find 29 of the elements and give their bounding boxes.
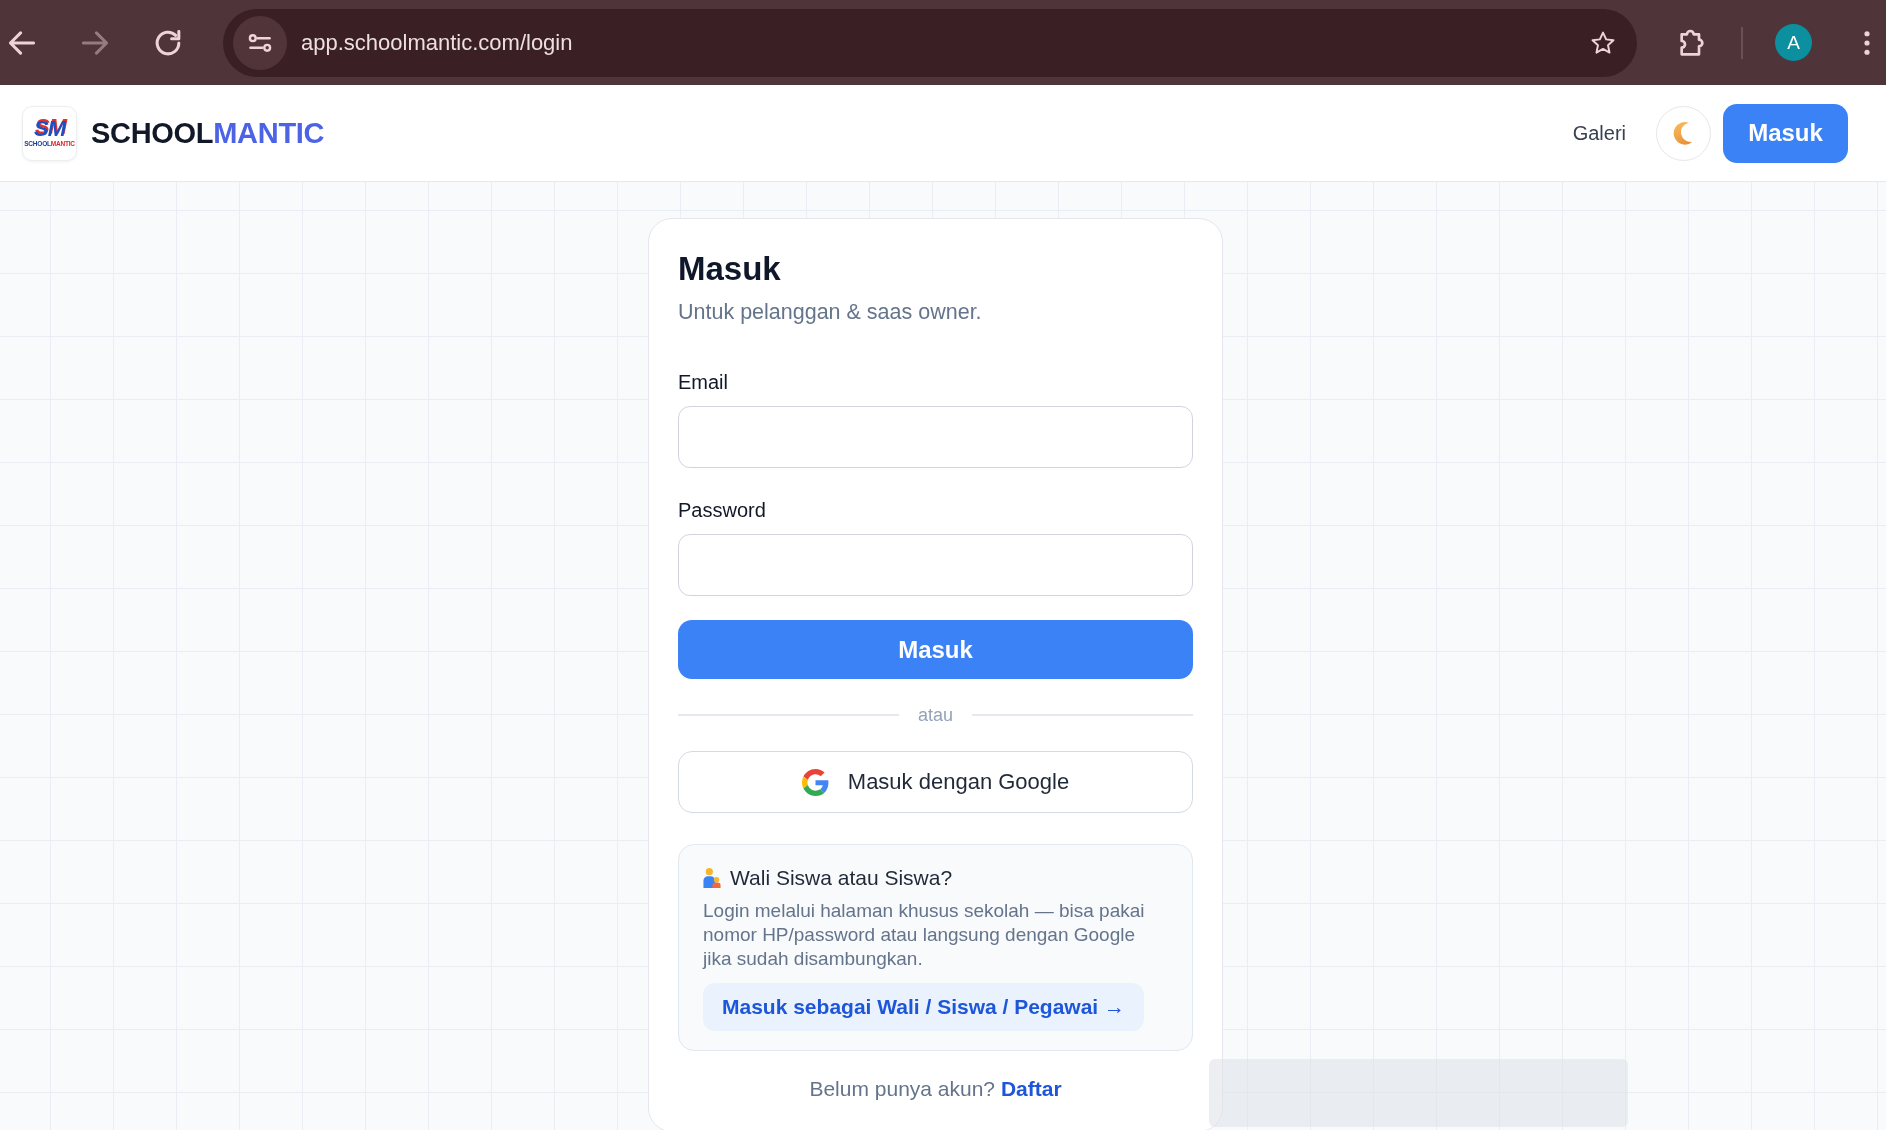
nav-link[interactable]: Galeri: [1572, 121, 1626, 145]
address-bar[interactable]: app.schoolmantic.com/login: [223, 8, 1637, 77]
puzzle-icon[interactable]: [1679, 28, 1707, 57]
parent-child-icon: [703, 867, 721, 889]
input-field[interactable]: [678, 534, 1193, 596]
signup-link[interactable]: Daftar: [1000, 1077, 1062, 1100]
card-title: Masuk: [678, 249, 782, 289]
input-field[interactable]: [678, 406, 1193, 468]
card-subtitle: Untuk pelanggan & saas owner.: [678, 299, 983, 326]
sliders-icon: [248, 32, 272, 53]
brand-name[interactable]: SCHOOLMANTIC: [91, 116, 325, 150]
field-label: Password: [678, 498, 767, 523]
signup-prompt: Belum punya akun? Daftar: [808, 1076, 1063, 1102]
portal-link-button[interactable]: Masuk sebagai Wali / Siswa / Pegawai →: [703, 983, 1145, 1031]
back-arrow-icon[interactable]: [9, 29, 35, 56]
g-logo-icon: [801, 768, 829, 796]
site-info-button[interactable]: [233, 15, 287, 70]
google-login-button[interactable]: Masuk dengan Google: [678, 751, 1193, 813]
reload-icon[interactable]: [155, 29, 181, 56]
url-text[interactable]: app.schoolmantic.com/login: [301, 29, 573, 56]
info-text: Login melalui halaman khusus sekolah — bisa pakai nomor HP/password atau langsung dengan Google jika sudah disambungkan.: [703, 899, 1146, 971]
field-label: Email: [678, 370, 729, 395]
star-icon[interactable]: [1591, 30, 1615, 55]
submit-button[interactable]: Masuk: [678, 620, 1193, 679]
info-title: Wali Siswa atau Siswa?: [730, 866, 953, 890]
divider-text: atau: [918, 704, 954, 726]
login-button[interactable]: Masuk: [1723, 103, 1848, 163]
profile-avatar[interactable]: A: [1775, 24, 1812, 61]
more-icon[interactable]: [1864, 30, 1870, 55]
